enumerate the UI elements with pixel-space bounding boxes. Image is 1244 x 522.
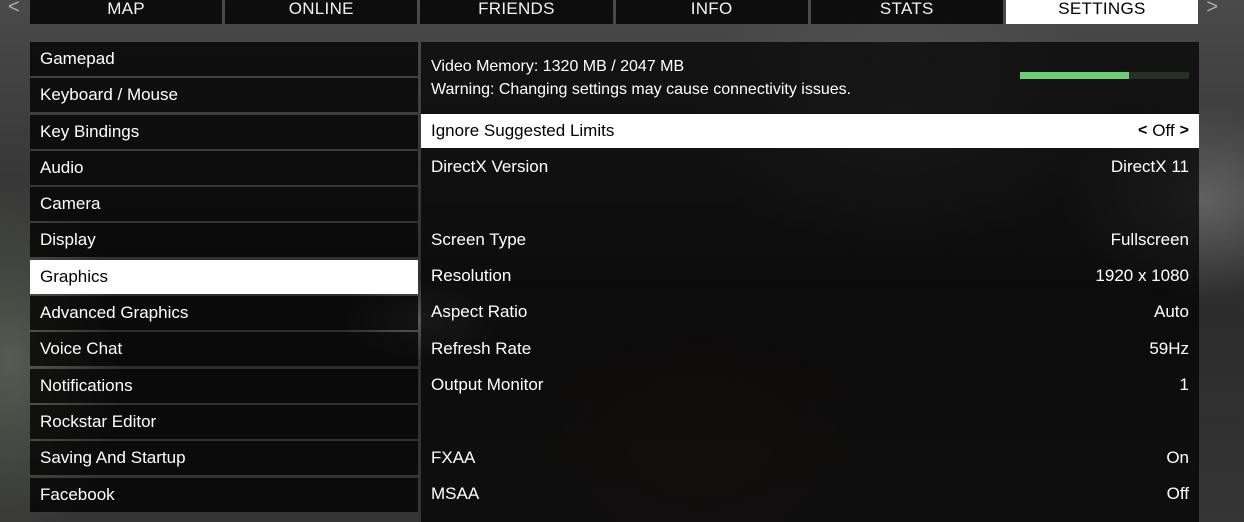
tab-friends[interactable]: FRIENDS — [420, 0, 613, 24]
setting-row-directx-version[interactable]: DirectX Version DirectX 11 — [421, 150, 1199, 184]
next-tab-arrow-icon[interactable]: > — [1206, 0, 1218, 17]
graphics-header: Video Memory: 1320 MB / 2047 MB Warning:… — [421, 42, 1199, 114]
setting-value-selector[interactable]: < Off > — [1138, 114, 1189, 148]
setting-value: 1920 x 1080 — [1095, 266, 1189, 286]
connectivity-warning-text: Warning: Changing settings may cause con… — [431, 81, 852, 98]
sidebar-item-gamepad[interactable]: Gamepad — [30, 42, 418, 76]
graphics-settings-panel: Video Memory: 1320 MB / 2047 MB Warning:… — [421, 42, 1199, 522]
setting-row-aspect-ratio[interactable]: Aspect Ratio Auto — [421, 295, 1199, 329]
top-tab-bar: MAP ONLINE FRIENDS INFO STATS SETTINGS — [30, 0, 1199, 24]
sidebar-item-display[interactable]: Display — [30, 223, 418, 258]
tab-info[interactable]: INFO — [615, 0, 808, 24]
tab-online[interactable]: ONLINE — [225, 0, 418, 24]
setting-label: DirectX Version — [431, 157, 549, 177]
setting-row-fxaa[interactable]: FXAA On — [421, 441, 1199, 475]
tab-stats[interactable]: STATS — [810, 0, 1003, 24]
sidebar-item-key-bindings[interactable]: Key Bindings — [30, 114, 418, 149]
tab-settings[interactable]: SETTINGS — [1005, 0, 1199, 24]
sidebar-item-camera[interactable]: Camera — [30, 187, 418, 222]
sidebar-item-rockstar-editor[interactable]: Rockstar Editor — [30, 404, 418, 439]
sidebar-item-facebook[interactable]: Facebook — [30, 477, 418, 512]
sidebar-item-voice-chat[interactable]: Voice Chat — [30, 332, 418, 367]
setting-row-msaa[interactable]: MSAA Off — [421, 477, 1199, 511]
setting-value: On — [1166, 447, 1189, 467]
setting-value: DirectX 11 — [1110, 157, 1189, 177]
video-memory-bar-fill — [1020, 72, 1129, 79]
setting-value: Off — [1166, 483, 1189, 503]
video-memory-bar — [1020, 72, 1189, 79]
sidebar-item-graphics[interactable]: Graphics — [30, 259, 418, 294]
setting-value: Fullscreen — [1110, 229, 1189, 249]
sidebar-item-advanced-graphics[interactable]: Advanced Graphics — [30, 296, 418, 331]
row-spacer — [421, 187, 1199, 221]
setting-row-ignore-suggested-limits[interactable]: Ignore Suggested Limits < Off > — [421, 114, 1199, 148]
setting-label: Refresh Rate — [431, 338, 532, 358]
setting-label: FXAA — [431, 447, 476, 467]
row-spacer — [421, 404, 1199, 438]
sidebar-item-saving-and-startup[interactable]: Saving And Startup — [30, 441, 418, 476]
sidebar-item-audio[interactable]: Audio — [30, 150, 418, 185]
setting-label: Aspect Ratio — [431, 302, 528, 322]
video-memory-text: Video Memory: 1320 MB / 2047 MB — [431, 58, 685, 75]
setting-row-output-monitor[interactable]: Output Monitor 1 — [421, 368, 1199, 402]
sidebar-item-keyboard-mouse[interactable]: Keyboard / Mouse — [30, 78, 418, 113]
setting-value: 1 — [1179, 375, 1189, 395]
chevron-right-icon[interactable]: > — [1180, 114, 1189, 148]
setting-label: Screen Type — [431, 229, 527, 249]
setting-row-screen-type[interactable]: Screen Type Fullscreen — [421, 223, 1199, 257]
setting-label: Resolution — [431, 266, 512, 286]
setting-value: 59Hz — [1149, 338, 1189, 358]
setting-row-resolution[interactable]: Resolution 1920 x 1080 — [421, 259, 1199, 293]
setting-value: Auto — [1154, 302, 1189, 322]
tab-map[interactable]: MAP — [30, 0, 223, 24]
previous-tab-arrow-icon[interactable]: < — [8, 0, 20, 17]
chevron-left-icon[interactable]: < — [1138, 114, 1147, 148]
sidebar-item-notifications[interactable]: Notifications — [30, 368, 418, 403]
setting-label: Output Monitor — [431, 375, 544, 395]
settings-category-list: Gamepad Keyboard / Mouse Key Bindings Au… — [30, 42, 418, 514]
setting-label: Ignore Suggested Limits — [431, 121, 615, 140]
setting-value: Off — [1152, 121, 1175, 140]
setting-label: MSAA — [431, 483, 480, 503]
setting-row-refresh-rate[interactable]: Refresh Rate 59Hz — [421, 332, 1199, 366]
